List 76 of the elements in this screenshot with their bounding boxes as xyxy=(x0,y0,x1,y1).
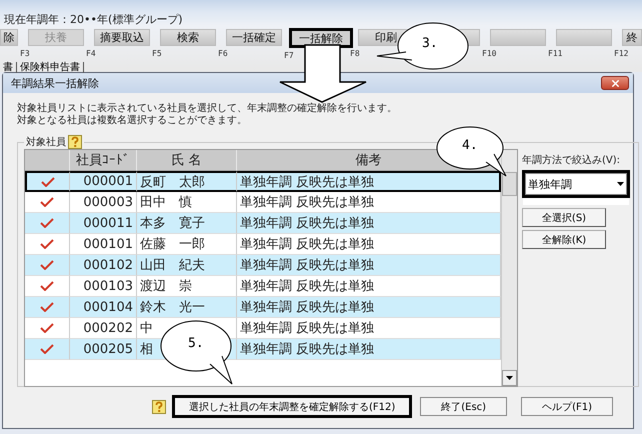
table-cell: 000104 xyxy=(70,297,137,318)
column-header: 氏 名 xyxy=(137,150,237,171)
column-header xyxy=(25,150,70,171)
function-key-label: F4 xyxy=(86,49,96,59)
table-cell: 単独年調 反映先は単独 xyxy=(237,234,501,255)
group-label: 対象社員 xyxy=(26,136,66,149)
description-text: 対象社員リストに表示されている社員を選択して、年末調整の確定解除を行います。 xyxy=(17,103,398,114)
toolbar-button[interactable]: 検索 xyxy=(160,29,216,46)
check-icon[interactable] xyxy=(40,344,54,354)
table-cell: 単独年調 反映先は単独 xyxy=(237,339,501,360)
close-button[interactable] xyxy=(601,76,629,90)
table-cell: 本多 寛子 xyxy=(137,213,237,234)
function-key-label: F12 xyxy=(614,49,628,59)
scroll-down-button[interactable] xyxy=(502,370,517,386)
table-cell: 000103 xyxy=(70,276,137,297)
check-icon[interactable] xyxy=(40,302,54,312)
check-icon[interactable] xyxy=(41,176,55,186)
callout-number: 4. xyxy=(462,138,478,153)
table-cell: 単独年調 反映先は単独 xyxy=(237,171,501,192)
description-text: 対象となる社員は複数名選択することができます。 xyxy=(17,115,248,127)
table-cell: 単独年調 反映先は単独 xyxy=(237,213,501,234)
table-cell: 山田 紀夫 xyxy=(137,255,237,276)
table-cell: 000101 xyxy=(70,234,137,255)
table-cell: 000202 xyxy=(70,318,137,339)
table-cell: 単独年調 反映先は単独 xyxy=(237,276,501,297)
caret-icon xyxy=(506,376,513,380)
side-button[interactable]: 全選択(S) xyxy=(522,208,606,227)
table-cell: 鈴木 光一 xyxy=(137,297,237,318)
callout-number: 3. xyxy=(422,36,438,51)
check-cell[interactable] xyxy=(25,171,70,192)
function-key-label: F10 xyxy=(482,49,496,59)
table-cell: 渡辺 崇 xyxy=(137,276,237,297)
year-label: 現在年調年：20••年(標準グループ) xyxy=(3,12,184,27)
scroll-thumb[interactable] xyxy=(502,172,517,196)
filter-label: 年調方法で絞込み(V): xyxy=(522,154,622,167)
table-cell: 単独年調 反映先は単独 xyxy=(237,318,501,339)
toolbar-button[interactable]: 除 xyxy=(0,29,18,46)
check-icon[interactable] xyxy=(40,260,54,270)
caret-icon xyxy=(617,182,624,186)
table-cell: 佐藤 一郎 xyxy=(137,234,237,255)
footer-button[interactable]: 選択した社員の年末調整を確定解除する(F12) xyxy=(172,395,412,418)
function-key-label: F7 xyxy=(284,51,294,61)
table-cell: 000001 xyxy=(70,171,137,192)
side-button[interactable]: 全解除(K) xyxy=(522,230,606,249)
table-cell: 単独年調 反映先は単独 xyxy=(237,255,501,276)
scrollbar[interactable] xyxy=(501,150,517,386)
check-icon[interactable] xyxy=(40,197,54,207)
table-cell: 単独年調 反映先は単独 xyxy=(237,192,501,213)
close-icon xyxy=(610,78,620,88)
table-cell: 000003 xyxy=(70,192,137,213)
function-key-label: F11 xyxy=(548,49,562,59)
help-icon[interactable] xyxy=(152,400,166,414)
toolbar-button[interactable]: 一括確定 xyxy=(226,29,282,46)
check-icon[interactable] xyxy=(40,281,54,291)
function-key-label: F3 xyxy=(20,49,30,59)
table-cell: 000205 xyxy=(70,339,137,360)
help-icon[interactable] xyxy=(68,135,82,149)
table-cell: 000102 xyxy=(70,255,137,276)
column-header: 社員ｺｰﾄﾞ xyxy=(70,150,137,171)
dialog-title: 年調結果一括解除 xyxy=(11,76,99,90)
table-cell: 反町 太郎 xyxy=(137,171,237,192)
toolbar-button[interactable]: 摘要取込 xyxy=(94,29,150,46)
check-icon[interactable] xyxy=(40,218,54,228)
table-cell: 単独年調 反映先は単独 xyxy=(237,297,501,318)
footer-button[interactable]: ヘルプ(F1) xyxy=(521,397,613,416)
table-cell: 田中 慎 xyxy=(137,192,237,213)
check-icon[interactable] xyxy=(40,323,54,333)
function-key-label: F6 xyxy=(218,49,228,59)
toolbar-button[interactable]: 終 xyxy=(622,29,642,46)
toolbar-button[interactable]: 一括解除 xyxy=(289,28,353,48)
callout-number: 5. xyxy=(188,336,204,351)
table-cell: 000011 xyxy=(70,213,137,234)
function-key-label: F5 xyxy=(152,49,162,59)
function-key-label: F8 xyxy=(350,49,360,59)
check-icon[interactable] xyxy=(40,239,54,249)
footer-button[interactable]: 終了(Esc) xyxy=(420,397,508,416)
